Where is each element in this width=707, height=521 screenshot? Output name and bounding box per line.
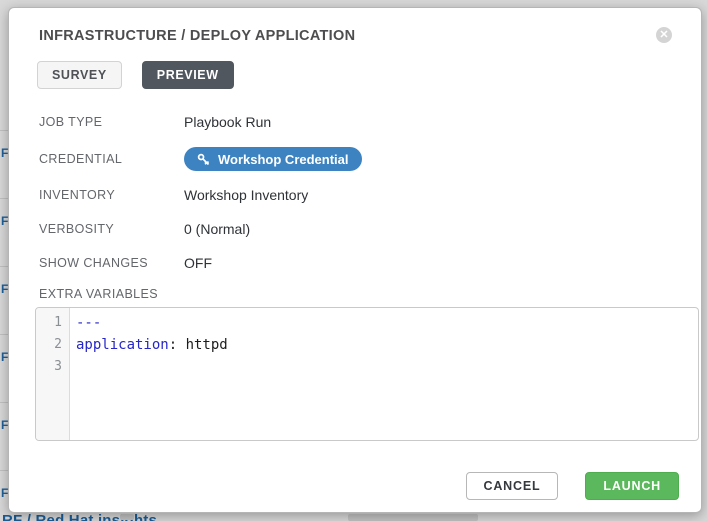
field-value: Playbook Run [184, 114, 271, 130]
launch-button[interactable]: LAUNCH [585, 472, 679, 500]
close-icon[interactable]: ✕ [656, 27, 672, 43]
tab-preview[interactable]: PREVIEW [142, 61, 234, 89]
field-job-type: JOB TYPE Playbook Run [39, 114, 679, 130]
background-link-fragment: F [1, 147, 8, 159]
line-number: 3 [36, 356, 62, 378]
line-number: 1 [36, 312, 62, 334]
field-label: CREDENTIAL [39, 152, 184, 166]
code-line-2: application: httpd [76, 334, 228, 356]
background-table-row: RF / Red Hat insights [0, 512, 707, 521]
field-label: SHOW CHANGES [39, 256, 184, 270]
tab-bar: SURVEY PREVIEW [31, 61, 679, 89]
field-credential: CREDENTIAL Workshop Credential [39, 147, 679, 171]
background-artifact [348, 514, 478, 521]
field-label: JOB TYPE [39, 115, 184, 129]
field-verbosity: VERBOSITY 0 (Normal) [39, 221, 679, 237]
editor-code-area[interactable]: --- application: httpd [70, 308, 228, 440]
key-icon [197, 153, 210, 166]
extra-variables-editor[interactable]: 1 2 3 --- application: httpd [35, 307, 699, 441]
field-list: JOB TYPE Playbook Run CREDENTIAL [31, 114, 679, 271]
editor-line-numbers: 1 2 3 [36, 308, 70, 440]
background-link-fragment: F [1, 351, 8, 363]
code-line-1: --- [76, 312, 228, 334]
code-line-3 [76, 356, 228, 378]
background-link-fragment: F [1, 487, 8, 499]
field-label: INVENTORY [39, 188, 184, 202]
modal-footer: CANCEL LAUNCH [31, 472, 679, 500]
field-value: Workshop Inventory [184, 187, 308, 203]
deploy-application-modal: INFRASTRUCTURE / DEPLOY APPLICATION ✕ SU… [8, 7, 702, 513]
line-number: 2 [36, 334, 62, 356]
field-inventory: INVENTORY Workshop Inventory [39, 187, 679, 203]
extra-variables-label: EXTRA VARIABLES [31, 287, 679, 301]
tab-survey[interactable]: SURVEY [37, 61, 122, 89]
field-value: OFF [184, 255, 212, 271]
screen: F F F F F F RF / Red Hat insights INFRAS… [0, 0, 707, 521]
background-link-fragment: F [1, 419, 8, 431]
cancel-button[interactable]: CANCEL [466, 472, 559, 500]
field-show-changes: SHOW CHANGES OFF [39, 255, 679, 271]
modal-title: INFRASTRUCTURE / DEPLOY APPLICATION [31, 23, 355, 44]
background-link-fragment: F [1, 283, 8, 295]
field-value: 0 (Normal) [184, 221, 250, 237]
credential-chiclet-label: Workshop Credential [218, 152, 349, 167]
field-label: VERBOSITY [39, 222, 184, 236]
background-link-fragment: F [1, 215, 8, 227]
background-artifact [120, 514, 134, 520]
credential-chiclet[interactable]: Workshop Credential [184, 147, 362, 171]
modal-header: INFRASTRUCTURE / DEPLOY APPLICATION ✕ [31, 23, 679, 44]
